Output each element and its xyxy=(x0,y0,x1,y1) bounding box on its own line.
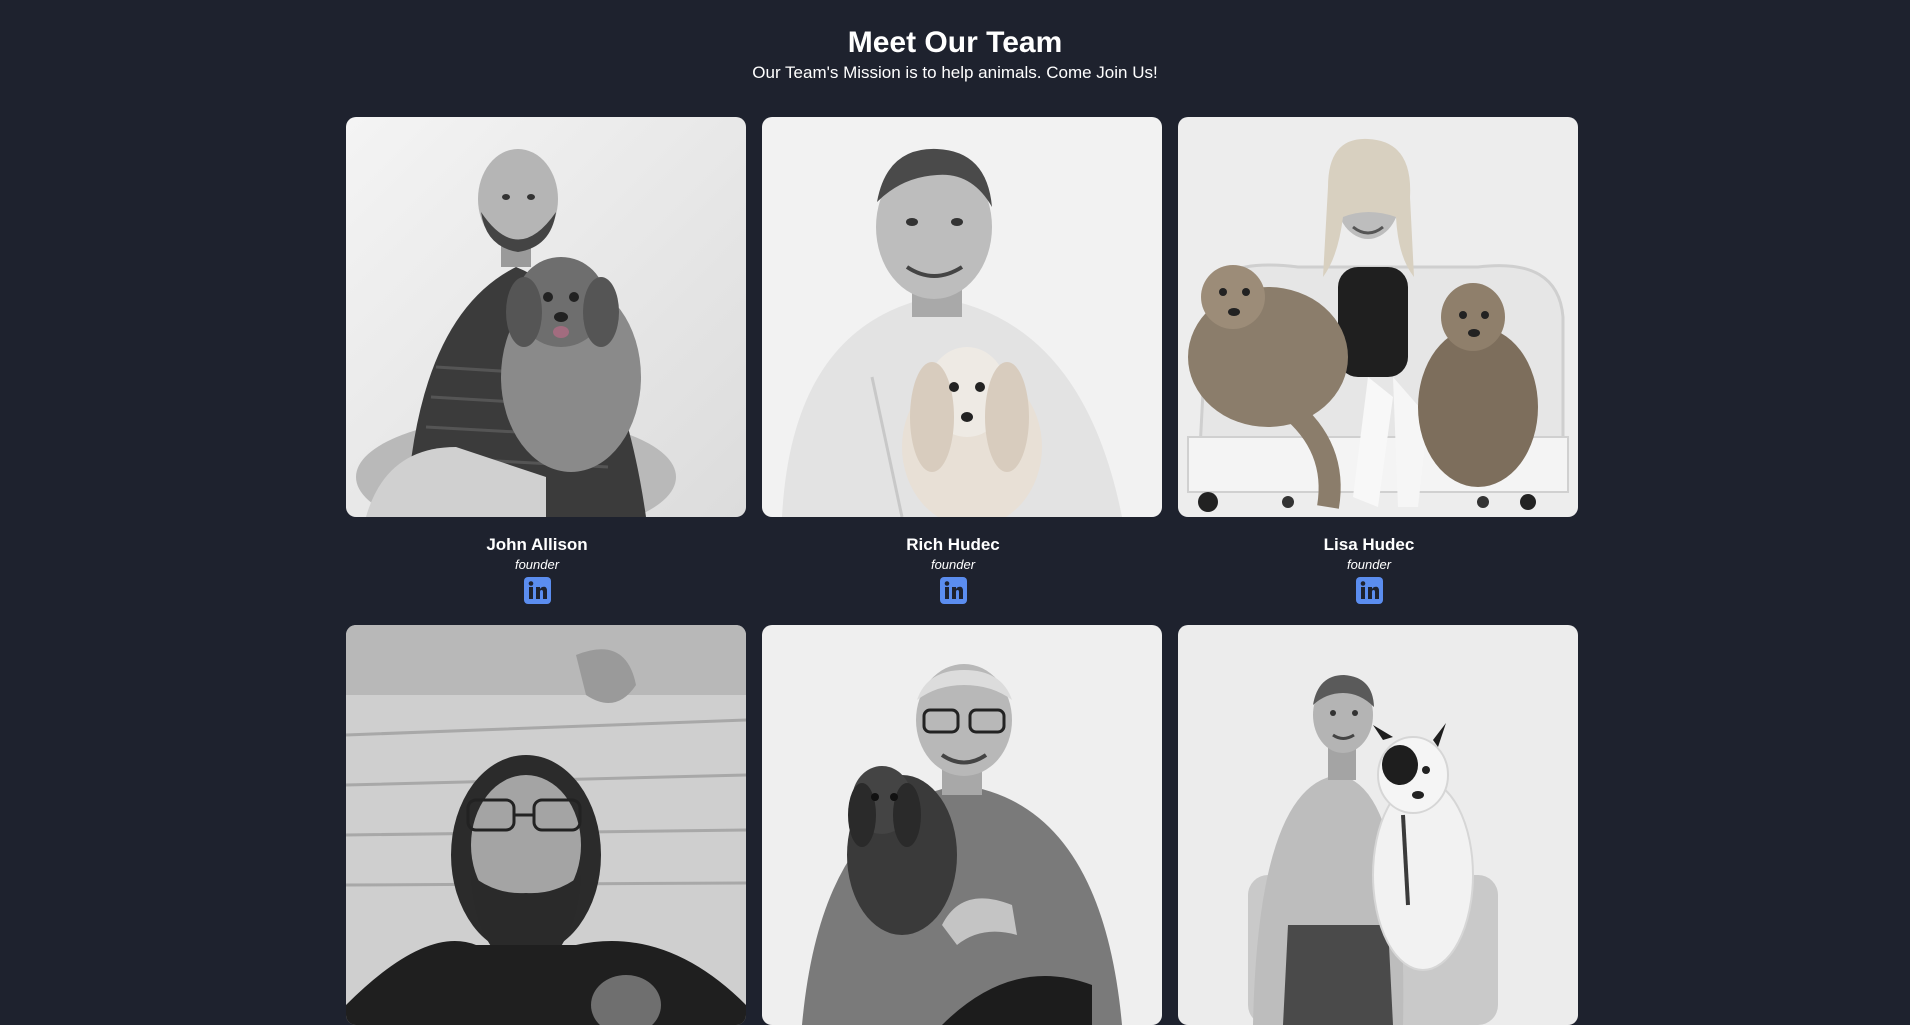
team-member-role: founder xyxy=(514,557,560,572)
older-man-with-small-dog-photo xyxy=(762,625,1162,1025)
woman-with-two-dogs-photo xyxy=(1178,117,1578,517)
team-member-photo xyxy=(762,625,1162,1025)
team-member-photo xyxy=(762,117,1162,517)
team-member-name: Rich Hudec xyxy=(906,535,1000,554)
linkedin-icon[interactable] xyxy=(940,577,967,604)
page-title: Meet Our Team xyxy=(847,26,1063,59)
team-member-name: John Allison xyxy=(486,535,588,554)
bearded-man-with-cat-photo xyxy=(346,625,746,1025)
man-with-dachshund-photo xyxy=(762,117,1162,517)
team-member-role: founder xyxy=(930,557,976,572)
team-member-photo xyxy=(346,625,746,1025)
team-member-role: founder xyxy=(1346,557,1392,572)
team-member-name: Lisa Hudec xyxy=(1323,535,1415,554)
page-subtitle: Our Team's Mission is to help animals. C… xyxy=(752,63,1158,82)
linkedin-icon[interactable] xyxy=(1356,577,1383,604)
man-with-puppy-photo xyxy=(346,117,746,517)
team-member-photo xyxy=(1178,625,1578,1025)
linkedin-icon[interactable] xyxy=(524,577,551,604)
young-man-with-pitbull-photo xyxy=(1178,625,1578,1025)
team-member-photo xyxy=(346,117,746,517)
team-member-photo xyxy=(1178,117,1578,517)
